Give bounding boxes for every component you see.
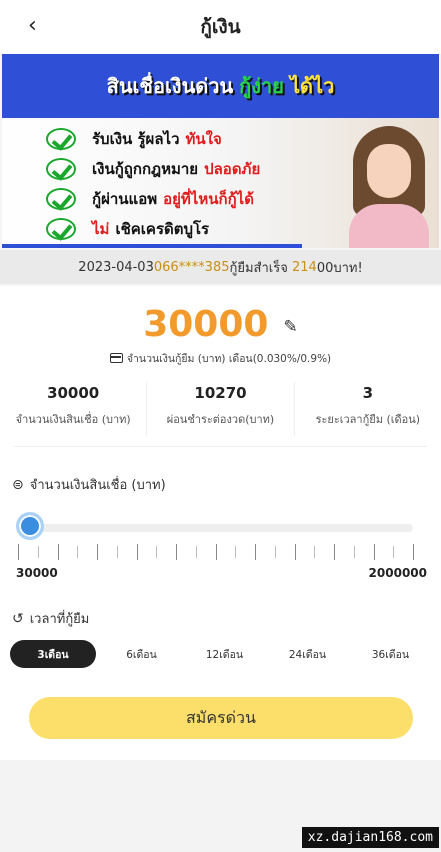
banner-body: รับเงิน รู้ผลไว ทันใจ เงินกู้ถูกกฎหมาย ป… [2, 118, 439, 248]
summary-item: 30000 จำนวนเงินสินเชื่อ (บาท) [0, 382, 148, 436]
slider-tick [413, 544, 414, 560]
banner-model-image [347, 126, 431, 248]
banner-headline-fast: ได้ไว [289, 74, 335, 98]
banner-feature: รับเงิน รู้ผลไว ทันใจ [46, 124, 260, 154]
history-icon: ↺ [12, 610, 24, 627]
loan-calculator: 30000 ✎ จำนวนเงินกู้ยืม (บาท) เดือน(0.03… [0, 286, 441, 760]
check-icon [46, 188, 76, 210]
banner-divider [2, 244, 302, 248]
feature-highlight: อยู่ที่ไหนก็กู้ได้ [163, 190, 254, 208]
ticker-date: 2023-04-03 [78, 259, 154, 275]
banner-headline-main: สินเชื่อเงินด่วน [106, 74, 234, 98]
feature-highlight: ไม่ [92, 220, 110, 238]
feature-text: กู้ผ่านแอพ [92, 190, 158, 208]
slider-tick [137, 544, 138, 560]
slider-tick [18, 544, 19, 560]
slider-min-label: 30000 [16, 566, 58, 580]
summary-value: 30000 [47, 384, 100, 402]
check-icon [46, 218, 76, 240]
banner-headline: สินเชื่อเงินด่วน กู้ง่าย ได้ไว [2, 54, 439, 118]
slider-tick [216, 544, 217, 560]
term-option[interactable]: 12เดือน [183, 640, 266, 668]
banner-feature-list: รับเงิน รู้ผลไว ทันใจ เงินกู้ถูกกฎหมาย ป… [46, 124, 260, 244]
amount-slider-thumb[interactable] [16, 512, 44, 540]
summary-value: 3 [362, 384, 374, 402]
rate-text: จำนวนเงินกู้ยืม (บาท) เดือน(0.030%/0.9%) [126, 353, 332, 365]
term-option[interactable]: 3เดือน [10, 640, 96, 668]
feature-text: เงินกู้ถูกกฎหมาย [92, 160, 199, 178]
ticker-phone: 066****385 [153, 259, 230, 275]
slider-tick [295, 544, 296, 560]
term-option[interactable]: 36เดือน [349, 640, 432, 668]
slider-max-label: 2000000 [368, 566, 427, 580]
check-icon [46, 128, 76, 150]
summary-label: ผ่อนชำระต่องวด(บาท) [166, 413, 275, 426]
banner-feature: เงินกู้ถูกกฎหมาย ปลอดภัย [46, 154, 260, 184]
slider-tick [314, 546, 315, 558]
success-ticker: 2023-04-03 066****385 กู้ยืมสำเร็จ 214 00บ… [0, 250, 441, 284]
slider-tick [196, 546, 197, 558]
slider-tick [255, 544, 256, 560]
term-section-title: ↺ เวลาที่กู้ยืม [12, 608, 89, 629]
slider-scale [18, 544, 414, 560]
check-icon [46, 158, 76, 180]
banner-feature: ไม่ เชิคเครดิตบูโร [46, 214, 260, 244]
loan-amount-display: 30000 ✎ [0, 304, 441, 346]
slider-tick [58, 544, 59, 560]
term-option[interactable]: 24เดือน [266, 640, 349, 668]
watermark: xz.dajian168.com [301, 827, 439, 848]
promo-banner: สินเชื่อเงินด่วน กู้ง่าย ได้ไว รับเงิน ร… [2, 54, 439, 248]
slider-tick [275, 546, 276, 558]
chevron-left-icon[interactable]: ‹ [28, 14, 37, 38]
slider-tick [374, 544, 375, 560]
amount-slider-track[interactable] [18, 524, 413, 532]
amount-section-label: จำนวนเงินสินเชื่อ (บาท) [29, 478, 166, 493]
banner-headline-easy: กู้ง่าย [239, 74, 284, 98]
rate-info: จำนวนเงินกู้ยืม (บาท) เดือน(0.030%/0.9%) [0, 350, 441, 367]
summary-value: 10270 [194, 384, 247, 402]
ticker-text: กู้ยืมสำเร็จ [229, 260, 288, 276]
loan-amount: 30000 [143, 304, 269, 345]
feature-text: รับเงิน รู้ผลไว [92, 130, 180, 148]
summary-item: 3 ระยะเวลากู้ยืม (เดือน) [295, 382, 441, 436]
feature-highlight: ปลอดภัย [204, 160, 261, 178]
feature-text: เชิคเครดิตบูโร [115, 220, 210, 238]
banner-feature: กู้ผ่านแอพ อยู่ที่ไหนก็กู้ได้ [46, 184, 260, 214]
ticker-suffix: 00บาท! [316, 260, 363, 276]
term-option[interactable]: 6เดือน [100, 640, 183, 668]
ticker-amount: 214 [291, 259, 317, 275]
app-screen: ‹ กู้เงิน สินเชื่อเงินด่วน กู้ง่าย ได้ไว… [0, 0, 441, 852]
slider-tick [235, 546, 236, 558]
summary-label: จำนวนเงินสินเชื่อ (บาท) [15, 413, 131, 426]
apply-button[interactable]: สมัครด่วน [29, 697, 413, 739]
slider-tick [393, 546, 394, 558]
amount-section-title: ⊜ จำนวนเงินสินเชื่อ (บาท) [12, 474, 166, 495]
feature-highlight: ทันใจ [185, 130, 222, 148]
summary-item: 10270 ผ่อนชำระต่องวด(บาท) [147, 382, 295, 436]
app-header: ‹ กู้เงิน [0, 0, 441, 54]
slider-tick [354, 546, 355, 558]
page-title: กู้เงิน [200, 16, 241, 38]
loan-summary: 30000 จำนวนเงินสินเชื่อ (บาท) 10270 ผ่อน… [0, 382, 441, 436]
slider-tick [156, 546, 157, 558]
slider-tick [77, 546, 78, 558]
edit-icon[interactable]: ✎ [284, 317, 298, 337]
slider-tick [97, 544, 98, 560]
slider-tick [334, 544, 335, 560]
divider [14, 446, 427, 447]
term-selector: 3เดือน 6เดือน 12เดือน 24เดือน 36เดือน [10, 640, 432, 668]
card-icon [109, 353, 123, 363]
slider-tick [38, 546, 39, 558]
slider-tick [117, 546, 118, 558]
term-section-label: เวลาที่กู้ยืม [29, 612, 90, 627]
summary-label: ระยะเวลากู้ยืม (เดือน) [315, 413, 421, 426]
coins-icon: ⊜ [12, 476, 24, 493]
slider-tick [176, 544, 177, 560]
